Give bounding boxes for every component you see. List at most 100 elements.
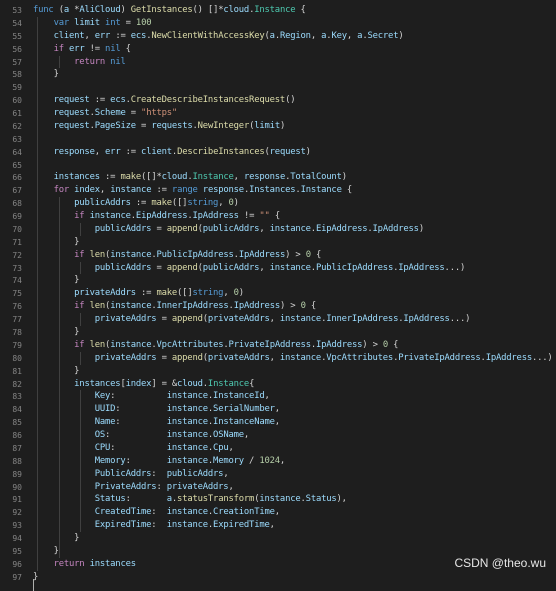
line-number: 94 (12, 534, 22, 544)
code-text: Name: instance.InstanceName, (94, 417, 280, 428)
code-line: 83 Key: instance.InstanceId, (0, 390, 556, 403)
code-line: 65 (0, 159, 556, 172)
line-number: 65 (12, 160, 22, 170)
code-text: if err != nil { (53, 43, 131, 54)
code-line: 79 if len(instance.VpcAttributes.Private… (0, 339, 556, 352)
code-line: 81 } (0, 365, 556, 378)
line-number: 53 (12, 6, 22, 15)
line-number: 85 (12, 418, 22, 428)
code-line: 89 PublicAddrs: publicAddrs, (0, 468, 556, 481)
line-number: 82 (12, 379, 22, 389)
indent-guide (80, 222, 81, 236)
line-number: 92 (12, 508, 22, 518)
code-text: request.Scheme = "https" (53, 108, 178, 119)
code-text: Key: instance.InstanceId, (94, 391, 270, 402)
code-line: 77 privateAddrs = append(privateAddrs, i… (0, 313, 556, 326)
code-editor[interactable]: 53 func (a *AliCloud) GetInstances() []*c… (0, 0, 556, 591)
code-line: 82 instances[index] = &cloud.Instance{ (0, 378, 556, 391)
line-number: 88 (12, 456, 22, 466)
code-text: publicAddrs = append(publicAddrs, instan… (94, 223, 424, 234)
line-number: 75 (12, 289, 22, 299)
line-number: 54 (12, 18, 22, 28)
code-text: instances := make([]*cloud.Instance, res… (53, 172, 347, 183)
code-line: 67 for index, instance := range response… (0, 184, 556, 197)
code-line: 92 CreatedTime: instance.CreationTime, (0, 506, 556, 519)
code-line: 71 } (0, 236, 556, 249)
line-number: 69 (12, 212, 22, 222)
code-line: 56 if err != nil { (0, 43, 556, 56)
indent-guide (59, 55, 60, 69)
indent-guide (80, 351, 81, 365)
code-line: 74 } (0, 274, 556, 287)
indent-guide (80, 261, 81, 275)
code-text: request := ecs.CreateDescribeInstancesRe… (53, 95, 296, 106)
code-line: 66 instances := make([]*cloud.Instance, … (0, 171, 556, 184)
line-number: 56 (12, 44, 22, 54)
code-line: 53 func (a *AliCloud) GetInstances() []*c… (0, 4, 556, 17)
code-text: } (33, 533, 80, 544)
code-line: 55 client, err := ecs.NewClientWithAcces… (0, 30, 556, 43)
line-number: 93 (12, 521, 22, 531)
code-line: 72 if len(instance.PublicIpAddress.IpAdd… (0, 249, 556, 262)
line-number: 86 (12, 431, 22, 441)
code-text: for index, instance := range response.In… (53, 185, 353, 196)
line-number: 84 (12, 405, 22, 415)
code-line: 54 var limit int = 100 (0, 17, 556, 30)
line-number: 97 (12, 572, 22, 582)
line-number: 90 (12, 482, 22, 492)
line-number: 62 (12, 121, 22, 131)
code-text: publicAddrs := make([]string, 0) (74, 198, 239, 209)
code-line: 61 request.Scheme = "https" (0, 107, 556, 120)
line-number: 57 (12, 57, 22, 67)
line-number: 80 (12, 353, 22, 363)
line-number: 78 (12, 328, 22, 337)
code-text: privateAddrs := make([]string, 0) (74, 288, 244, 299)
code-line: 90 PrivateAddrs: privateAddrs, (0, 481, 556, 494)
code-line: 70 publicAddrs = append(publicAddrs, ins… (0, 223, 556, 236)
line-number: 74 (12, 276, 22, 286)
line-number: 58 (12, 70, 22, 80)
line-number: 79 (12, 340, 22, 350)
code-line: 60 request := ecs.CreateDescribeInstance… (0, 94, 556, 107)
code-line: 64 response, err := client.DescribeInsta… (0, 146, 556, 159)
text-cursor (33, 578, 34, 591)
code-line: 91 Status: a.statusTransform(instance.St… (0, 493, 556, 506)
code-line: 73 publicAddrs = append(publicAddrs, ins… (0, 262, 556, 275)
line-number: 66 (12, 173, 22, 183)
code-text: } (33, 236, 80, 247)
code-text: } (33, 365, 80, 376)
line-number: 61 (12, 109, 22, 119)
code-text: PrivateAddrs: privateAddrs, (94, 481, 234, 492)
line-number: 76 (12, 302, 22, 312)
code-line: 86 OS: instance.OSName, (0, 429, 556, 442)
code-text: var limit int = 100 (53, 17, 152, 28)
line-number: 55 (12, 31, 22, 41)
line-number: 89 (12, 469, 22, 479)
line-number: 70 (12, 224, 22, 234)
code-line: 80 privateAddrs = append(privateAddrs, i… (0, 352, 556, 365)
code-line: 62 request.PageSize = requests.NewIntege… (0, 120, 556, 133)
code-line: 63 (0, 133, 556, 146)
indent-guide (37, 16, 38, 571)
code-line: 76 if len(instance.InnerIpAddress.IpAddr… (0, 300, 556, 313)
code-line: 88 Memory: instance.Memory / 1024, (0, 455, 556, 468)
line-number: 72 (12, 250, 22, 260)
code-text: UUID: instance.SerialNumber, (94, 404, 280, 415)
code-text: PublicAddrs: publicAddrs, (94, 468, 229, 479)
code-text: } (33, 275, 80, 286)
watermark: CSDN @theo.wu (454, 556, 546, 570)
code-line: 87 CPU: instance.Cpu, (0, 442, 556, 455)
code-line: 58 } (0, 68, 556, 81)
line-number: 77 (12, 315, 22, 325)
line-number: 64 (12, 147, 22, 157)
line-number: 91 (12, 495, 22, 505)
code-text: if len(instance.InnerIpAddress.IpAddress… (74, 301, 317, 312)
code-line: 93 ExpiredTime: instance.ExpiredTime, (0, 519, 556, 532)
code-line: 94 } (0, 532, 556, 545)
line-number: 63 (12, 134, 22, 144)
line-number: 67 (12, 186, 22, 196)
code-line: 85 Name: instance.InstanceName, (0, 416, 556, 429)
code-text: if len(instance.PublicIpAddress.IpAddres… (74, 249, 322, 260)
code-text: return nil (74, 56, 126, 67)
code-line: 69 if instance.EipAddress.IpAddress != "… (0, 210, 556, 223)
